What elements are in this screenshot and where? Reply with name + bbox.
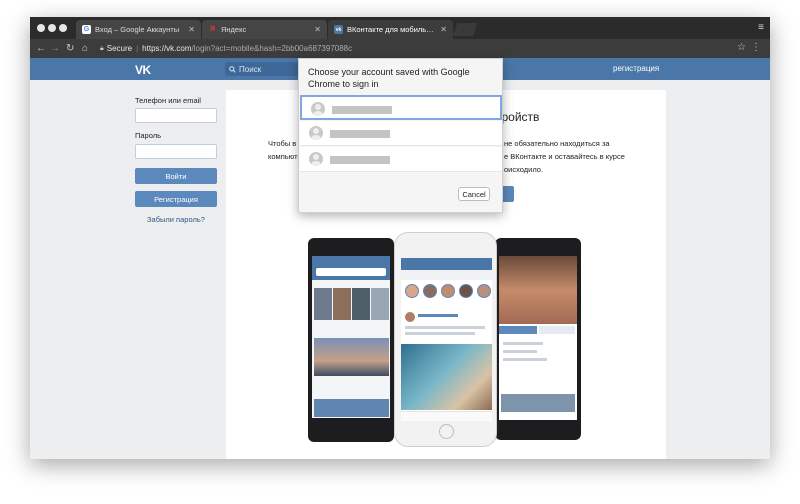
phone-search: [316, 268, 386, 276]
vk-logo[interactable]: VK: [135, 63, 151, 77]
dialog-title: Choose your account saved with Google Ch…: [308, 67, 470, 89]
profile-photo: [499, 256, 577, 324]
post-photo: [401, 344, 492, 410]
story-avatar: [405, 284, 419, 298]
vk-favicon-icon: vk: [334, 25, 343, 34]
phone-screen: [401, 258, 492, 421]
phone-input[interactable]: [135, 108, 217, 123]
login-button[interactable]: Войти: [135, 168, 217, 184]
security-label: Secure: [106, 44, 133, 53]
story-thumb: [314, 288, 332, 320]
story-thumb: [333, 288, 351, 320]
photo-strip: [314, 399, 389, 417]
google-favicon-icon: G: [82, 25, 91, 34]
avatar-icon: [309, 126, 323, 140]
phone-screen: [312, 256, 390, 418]
account-option[interactable]: [300, 95, 502, 120]
phone-tabs: [401, 270, 492, 280]
iphone-white-center-image: [394, 232, 497, 447]
search-placeholder: Поиск: [239, 64, 262, 74]
cancel-button[interactable]: Cancel: [458, 187, 490, 201]
close-tab-icon[interactable]: ✕: [440, 25, 447, 34]
phone-screen: [499, 256, 577, 420]
account-option[interactable]: [300, 147, 502, 172]
photo-strip: [501, 394, 575, 412]
phone-bottom-nav: [401, 411, 492, 421]
url-path: /login?act=mobile&hash=2bb00a687397088c: [191, 44, 353, 53]
password-input[interactable]: [135, 144, 217, 159]
tab-vkontakte[interactable]: vk ВКонтакте для мобильных уст ✕: [328, 20, 453, 39]
tab-google-accounts[interactable]: G Вход – Google Аккаунты ✕: [76, 20, 201, 39]
profile-menu-icon[interactable]: ≡: [758, 22, 764, 33]
tab-title: Яндекс: [221, 25, 247, 34]
url-host: https://vk.com: [142, 44, 192, 53]
promo-text-left: Чтобы в компьюте: [268, 137, 302, 163]
profile-info-line: [503, 342, 543, 345]
minimize-window-button[interactable]: [48, 24, 56, 32]
story-thumb: [371, 288, 389, 320]
menu-kebab-icon[interactable]: ⋮: [751, 42, 761, 53]
close-tab-icon[interactable]: ✕: [314, 25, 321, 34]
tab-title: Вход – Google Аккаунты: [95, 25, 180, 34]
promo-text-right: не обязательно находиться за е ВКонтакте…: [504, 137, 625, 176]
avatar-icon: [309, 152, 323, 166]
account-chooser-dialog: Choose your account saved with Google Ch…: [298, 58, 503, 213]
browser-toolbar: ← → ↻ ⌂ 🔒︎ Secure | https://vk.com /logi…: [30, 39, 770, 58]
zoom-window-button[interactable]: [59, 24, 67, 32]
redacted-account-name: [330, 156, 390, 164]
iphone-dark-right-image: [495, 238, 581, 440]
search-input[interactable]: Поиск: [225, 62, 305, 76]
reload-icon[interactable]: ↻: [66, 41, 74, 56]
tab-yandex[interactable]: Я Яндекс ✕: [202, 20, 327, 39]
tab-title: ВКонтакте для мобильных уст: [347, 25, 437, 34]
lock-icon: 🔒︎: [100, 44, 104, 52]
search-icon: [229, 65, 236, 73]
tab-strip: G Вход – Google Аккаунты ✕ Я Яндекс ✕ vk…: [30, 17, 770, 39]
phone-label: Телефон или email: [135, 96, 201, 105]
register-button[interactable]: Регистрация: [135, 191, 217, 207]
post-avatar: [405, 312, 415, 322]
android-phone-left-image: [308, 238, 394, 442]
account-option[interactable]: [300, 121, 502, 146]
story-avatar: [477, 284, 491, 298]
register-link[interactable]: регистрация: [613, 64, 659, 73]
address-bar[interactable]: 🔒︎ Secure | https://vk.com /login?act=mo…: [100, 42, 730, 55]
forward-icon[interactable]: →: [50, 41, 60, 56]
promo-text-line: оисходило.: [504, 165, 544, 174]
yandex-favicon-icon: Я: [209, 26, 216, 33]
close-tab-icon[interactable]: ✕: [188, 25, 195, 34]
forgot-password-link[interactable]: Забыли пароль?: [147, 215, 205, 224]
story-thumb: [352, 288, 370, 320]
promo-text-line: не обязательно находиться за: [504, 139, 610, 148]
home-icon[interactable]: ⌂: [82, 41, 88, 56]
profile-friend-button: [539, 326, 575, 334]
story-avatar: [441, 284, 455, 298]
redacted-account-name: [332, 106, 392, 114]
promo-text-line: е ВКонтакте и оставайтесь в курсе: [504, 152, 625, 161]
browser-window: G Вход – Google Аккаунты ✕ Я Яндекс ✕ vk…: [30, 17, 770, 459]
promo-text-line: компьюте: [268, 152, 302, 161]
profile-info-line: [503, 358, 547, 361]
new-tab-button[interactable]: [452, 23, 478, 36]
post-text-line: [405, 332, 475, 335]
mountain-photo: [314, 338, 389, 376]
back-icon[interactable]: ←: [36, 41, 46, 56]
bookmark-star-icon[interactable]: ☆: [737, 42, 746, 53]
profile-message-button: [499, 326, 537, 334]
post-author-line: [418, 314, 458, 317]
story-avatar: [423, 284, 437, 298]
close-window-button[interactable]: [37, 24, 45, 32]
avatar-icon: [311, 102, 325, 116]
post-text-line: [405, 326, 485, 329]
redacted-account-name: [330, 130, 390, 138]
home-button-icon: [439, 424, 454, 439]
profile-info-line: [503, 350, 537, 353]
phone-header: [401, 258, 492, 270]
address-separator: |: [136, 44, 139, 53]
story-avatar: [459, 284, 473, 298]
password-label: Пароль: [135, 131, 162, 140]
promo-text-line: Чтобы в: [268, 139, 297, 148]
